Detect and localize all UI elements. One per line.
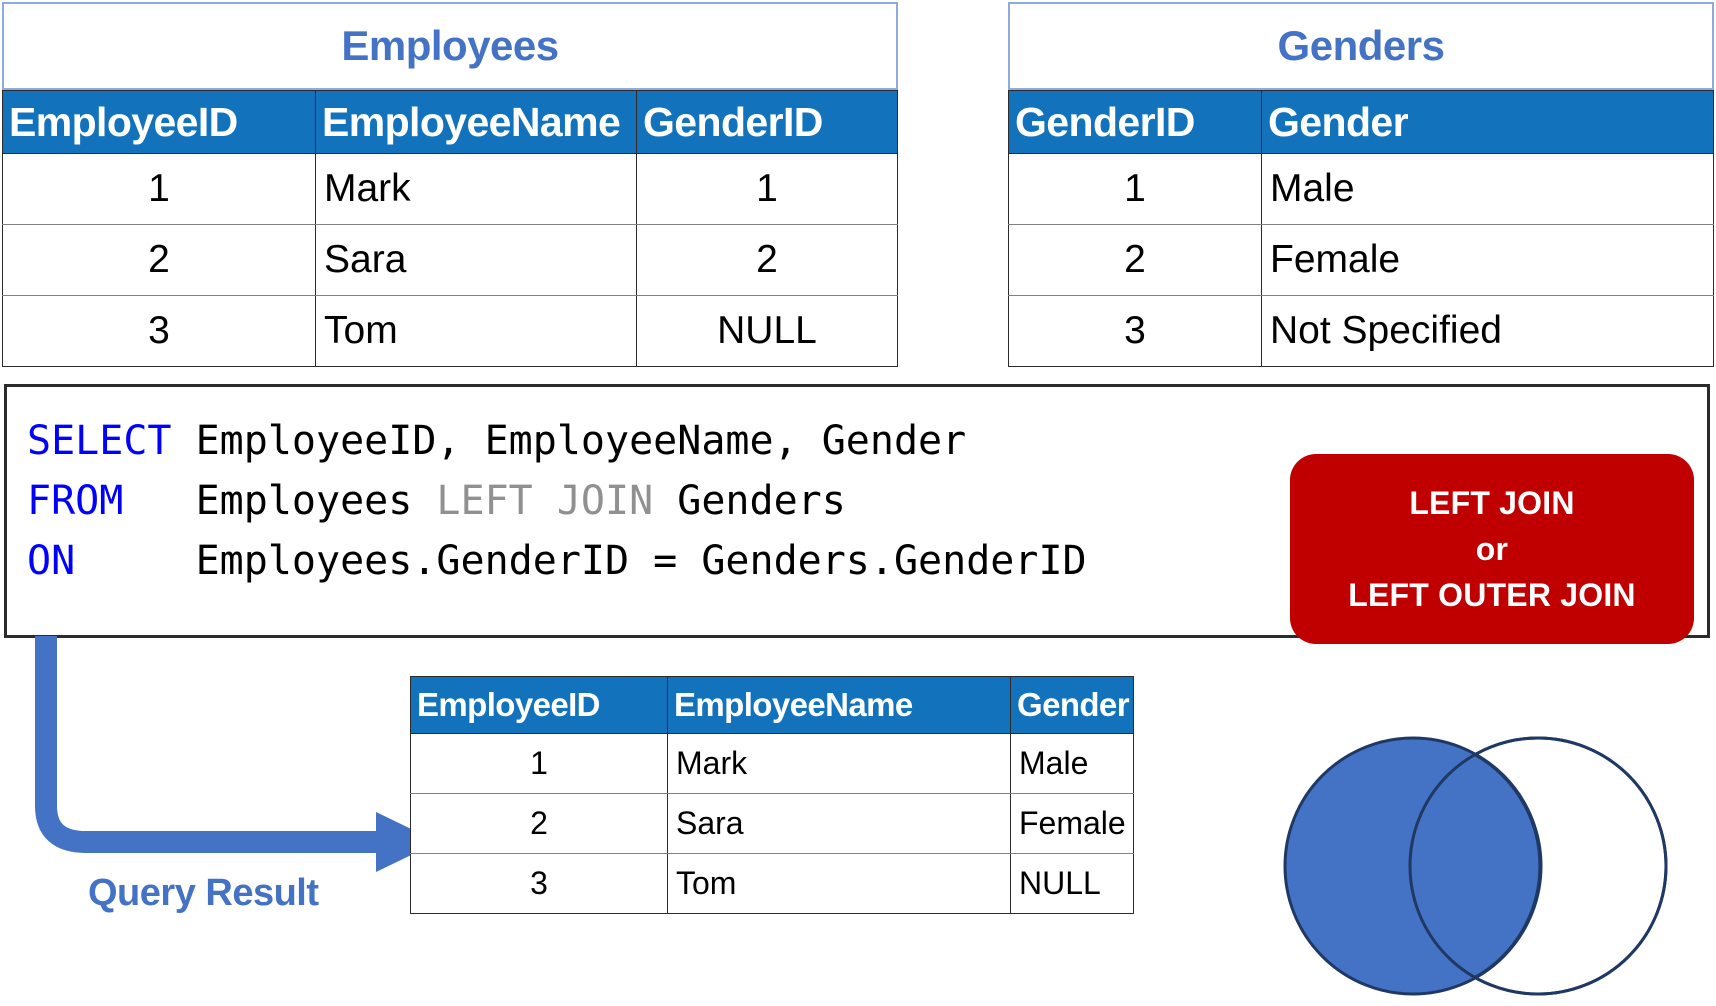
column-header-employeeid: EmployeeID (2, 90, 316, 154)
cell-genderid: 1 (636, 153, 898, 225)
query-result-table: EmployeeID EmployeeName Gender 1 Mark Ma… (410, 676, 1134, 914)
cell-employeeid: 2 (410, 793, 668, 854)
table-header-row: EmployeeID EmployeeName GenderID (2, 90, 898, 154)
table-row: 3 Tom NULL (410, 853, 1134, 914)
employees-table-title: Employees (2, 2, 898, 90)
cell-gender: Female (1010, 793, 1134, 854)
cell-gender: Male (1010, 733, 1134, 794)
cell-employeeid: 1 (410, 733, 668, 794)
employees-table-block: Employees EmployeeID EmployeeName Gender… (2, 2, 898, 367)
cell-genderid: 2 (1008, 224, 1262, 296)
table-header-row: GenderID Gender (1008, 90, 1714, 154)
cell-gender: Male (1261, 153, 1714, 225)
join-badge-line-1: LEFT JOIN (1409, 485, 1575, 521)
employees-table: EmployeeID EmployeeName GenderID 1 Mark … (2, 90, 898, 367)
cell-genderid: 1 (1008, 153, 1262, 225)
sql-on-condition: Employees.GenderID = Genders.GenderID (195, 538, 1087, 584)
column-header-genderid: GenderID (1008, 90, 1262, 154)
cell-gender: Female (1261, 224, 1714, 296)
table-row: 1 Mark 1 (2, 153, 898, 225)
table-row: 2 Sara Female (410, 793, 1134, 854)
left-join-venn-diagram-icon (1283, 736, 1668, 996)
cell-employeename: Mark (315, 153, 637, 225)
sql-keyword-select: SELECT (27, 418, 172, 464)
sql-from-table-left: Employees (195, 478, 413, 524)
cell-employeename: Mark (667, 733, 1011, 794)
cell-genderid: 2 (636, 224, 898, 296)
query-result-label: Query Result (88, 872, 319, 914)
table-row: 1 Mark Male (410, 733, 1134, 794)
cell-gender: Not Specified (1261, 295, 1714, 367)
column-header-employeeid: EmployeeID (410, 676, 668, 734)
table-header-row: EmployeeID EmployeeName Gender (410, 676, 1134, 734)
join-type-badge: LEFT JOIN or LEFT OUTER JOIN (1290, 454, 1694, 644)
column-header-genderid: GenderID (636, 90, 898, 154)
table-row: 2 Sara 2 (2, 224, 898, 296)
cell-employeename: Sara (667, 793, 1011, 854)
genders-table-title: Genders (1008, 2, 1714, 90)
table-row: 3 Not Specified (1008, 295, 1714, 367)
cell-employeename: Sara (315, 224, 637, 296)
column-header-gender: Gender (1010, 676, 1134, 734)
cell-employeeid: 3 (410, 853, 668, 914)
cell-employeename: Tom (315, 295, 637, 367)
cell-genderid: 3 (1008, 295, 1262, 367)
table-row: 3 Tom NULL (2, 295, 898, 367)
sql-keyword-on: ON (27, 538, 76, 584)
sql-keyword-leftjoin: LEFT JOIN (436, 478, 654, 524)
sql-code-block: SELECT EmployeeID, EmployeeName, Gender … (27, 411, 1087, 591)
sql-keyword-from: FROM (27, 478, 124, 524)
table-row: 2 Female (1008, 224, 1714, 296)
query-result-table-block: EmployeeID EmployeeName Gender 1 Mark Ma… (410, 676, 1134, 914)
cell-employeeid: 2 (2, 224, 316, 296)
cell-employeeid: 1 (2, 153, 316, 225)
query-result-arrow-icon (35, 636, 438, 872)
column-header-employeename: EmployeeName (667, 676, 1011, 734)
sql-select-list: EmployeeID, EmployeeName, Gender (195, 418, 967, 464)
genders-table-block: Genders GenderID Gender 1 Male 2 Female … (1008, 2, 1714, 367)
cell-gender: NULL (1010, 853, 1134, 914)
cell-employeeid: 3 (2, 295, 316, 367)
cell-employeename: Tom (667, 853, 1011, 914)
join-badge-line-2: or (1475, 531, 1509, 567)
sql-from-table-right: Genders (677, 478, 846, 524)
column-header-employeename: EmployeeName (315, 90, 637, 154)
cell-genderid: NULL (636, 295, 898, 367)
genders-table: GenderID Gender 1 Male 2 Female 3 Not Sp… (1008, 90, 1714, 367)
join-badge-line-3: LEFT OUTER JOIN (1348, 577, 1636, 613)
table-row: 1 Male (1008, 153, 1714, 225)
column-header-gender: Gender (1261, 90, 1714, 154)
